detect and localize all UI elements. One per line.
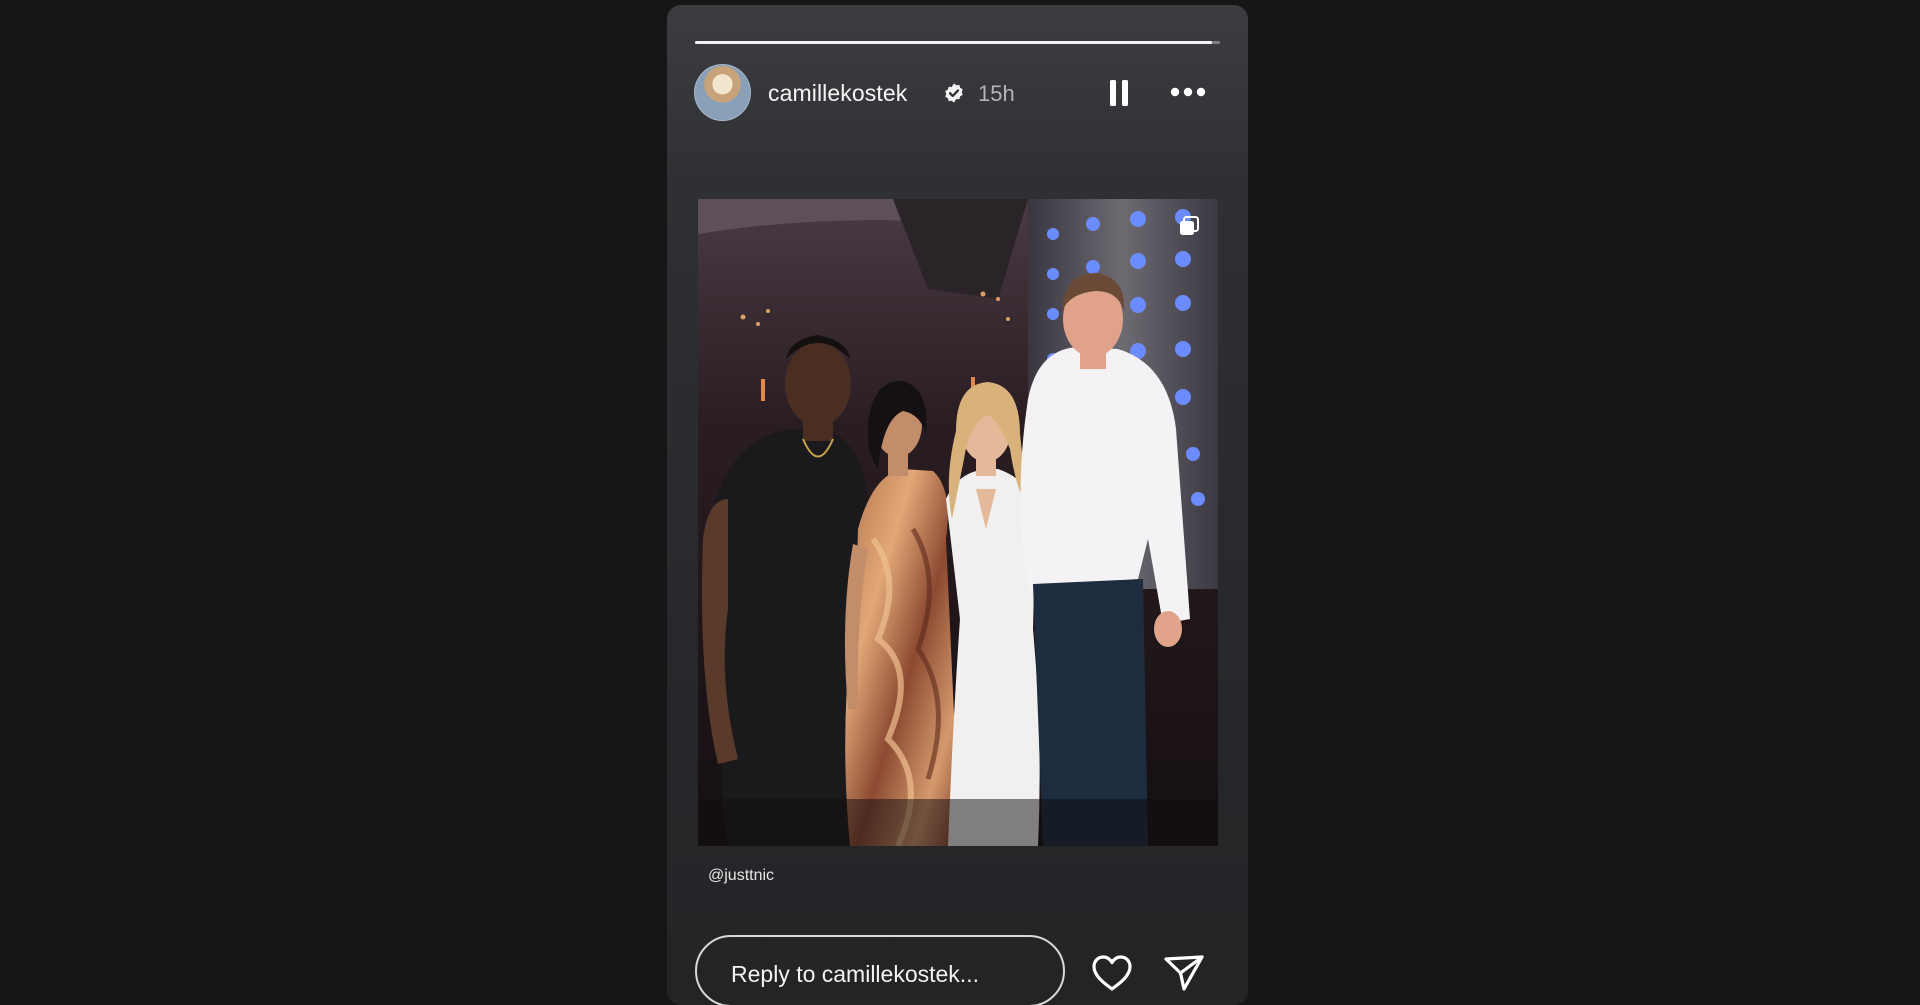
story-viewer-backdrop: camillekostek 15h @justtnic Reply to cam… xyxy=(0,0,1920,1005)
send-icon[interactable] xyxy=(1163,953,1205,993)
story-card[interactable]: camillekostek 15h @justtnic Reply to cam… xyxy=(667,5,1248,1005)
verified-badge-icon xyxy=(945,83,963,103)
photo-credit-caption[interactable]: @justtnic xyxy=(708,867,774,885)
reply-placeholder: Reply to camillekostek... xyxy=(731,961,979,987)
heart-icon[interactable] xyxy=(1090,953,1134,993)
reply-input[interactable]: Reply to camillekostek... xyxy=(695,935,1065,1005)
party-photo-image xyxy=(698,199,1218,846)
avatar[interactable] xyxy=(694,64,751,121)
story-progress-fill xyxy=(695,41,1213,44)
pause-icon[interactable] xyxy=(1107,78,1131,108)
story-timestamp: 15h xyxy=(978,81,1015,106)
multiple-photos-icon xyxy=(1180,216,1199,235)
more-options-icon[interactable] xyxy=(1168,81,1208,103)
story-progress-bar xyxy=(695,41,1220,44)
story-photo[interactable] xyxy=(698,199,1218,846)
story-header: camillekostek 15h xyxy=(694,64,1224,124)
story-username[interactable]: camillekostek xyxy=(768,80,907,107)
